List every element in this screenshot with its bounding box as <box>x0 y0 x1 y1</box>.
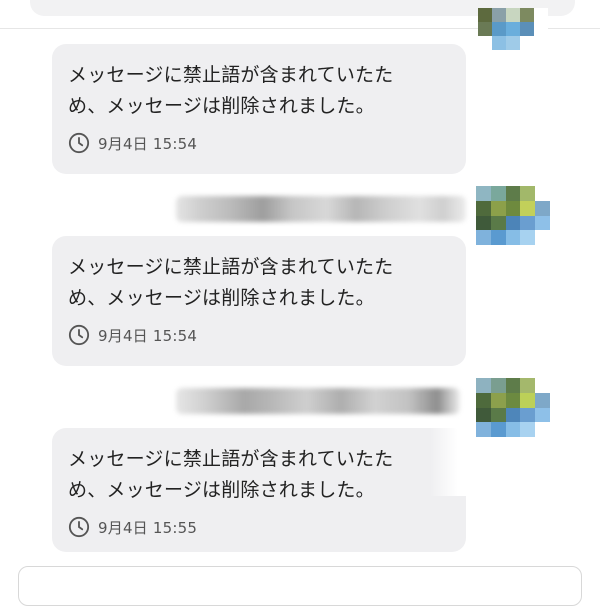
clock-icon <box>68 516 90 538</box>
message-timestamp: 9月4日 15:54 <box>98 326 198 345</box>
message-input[interactable] <box>18 566 582 606</box>
message-text: メッセージに禁止語が含まれていたた め、メッセージは削除されました。 <box>68 256 394 309</box>
sender-name <box>176 196 466 222</box>
avatar[interactable] <box>478 8 548 78</box>
message-timestamp: 9月4日 15:55 <box>98 518 198 537</box>
message-bubble[interactable]: メッセージに禁止語が含まれていたた め、メッセージは削除されました。 9月4日 … <box>52 236 466 366</box>
message-bubble[interactable]: メッセージに禁止語が含まれていたた め、メッセージは削除されました。 9月4日 … <box>52 428 466 552</box>
message-meta: 9月4日 15:54 <box>68 130 452 156</box>
message-text: メッセージに禁止語が含まれていたた め、メッセージは削除されました。 <box>68 64 394 117</box>
message-bubble[interactable]: メッセージに禁止語が含まれていたた め、メッセージは削除されました。 9月4日 … <box>52 44 466 174</box>
message-timestamp: 9月4日 15:54 <box>98 134 198 153</box>
clock-icon <box>68 132 90 154</box>
sender-name <box>176 388 460 414</box>
avatar[interactable] <box>476 186 550 260</box>
message-text: メッセージに禁止語が含まれていたた め、メッセージは削除されました。 <box>68 448 394 501</box>
avatar[interactable] <box>476 378 550 452</box>
message-meta: 9月4日 15:54 <box>68 322 452 348</box>
message-meta: 9月4日 15:55 <box>68 514 452 540</box>
redaction-overlay <box>430 426 470 496</box>
clock-icon <box>68 324 90 346</box>
